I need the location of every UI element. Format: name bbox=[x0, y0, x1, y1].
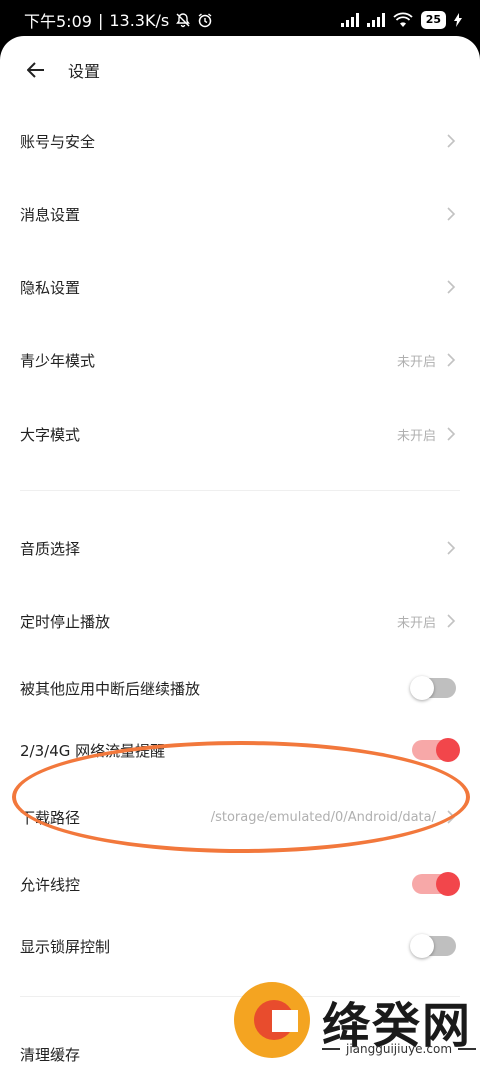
settings-item-wire-control: 允许线控 bbox=[0, 859, 480, 909]
item-label: 音质选择 bbox=[20, 539, 81, 558]
back-arrow-icon bbox=[27, 62, 44, 78]
status-time: 下午5:09 bbox=[24, 12, 92, 31]
header: 设置 bbox=[0, 36, 480, 104]
item-label: 允许线控 bbox=[20, 875, 81, 894]
item-value: 未开启 bbox=[396, 615, 436, 631]
logo-cut bbox=[272, 1010, 298, 1032]
status-right: 25 bbox=[340, 11, 462, 29]
chevron-right-icon bbox=[447, 353, 456, 367]
item-label: 大字模式 bbox=[20, 425, 81, 444]
item-label: 青少年模式 bbox=[20, 351, 96, 370]
settings-item-account-security[interactable]: 账号与安全 bbox=[0, 116, 480, 166]
settings-item-privacy[interactable]: 隐私设置 bbox=[0, 262, 480, 312]
status-bar: 下午5:09 | 13.3K/s 25 bbox=[0, 0, 480, 40]
settings-item-sleep-timer[interactable]: 定时停止播放 未开启 bbox=[0, 596, 480, 646]
line-right bbox=[458, 1048, 477, 1050]
status-separator: | bbox=[97, 10, 104, 30]
settings-item-data-alert: 2/3/4G 网络流量提醒 bbox=[0, 725, 480, 775]
charging-icon bbox=[454, 13, 462, 27]
toggle-knob bbox=[410, 676, 434, 700]
download-path-value: /storage/emulated/0/Android/data/ bbox=[210, 809, 436, 825]
settings-sheet: 设置 账号与安全 消息设置 隐私设置 青少年模式 未开启 大字模式 未开启 音质… bbox=[0, 36, 480, 1067]
item-label: 被其他应用中断后继续播放 bbox=[20, 679, 201, 698]
settings-item-teen-mode[interactable]: 青少年模式 未开启 bbox=[0, 335, 480, 385]
toggle-knob bbox=[410, 934, 434, 958]
line-left bbox=[322, 1048, 340, 1050]
item-label: 账号与安全 bbox=[20, 132, 96, 151]
watermark-domain-line: jiangguijiuye.com bbox=[322, 1042, 477, 1056]
item-label: 消息设置 bbox=[20, 205, 81, 224]
signal-1-icon bbox=[340, 13, 359, 27]
settings-item-resume-after-interrupt: 被其他应用中断后继续播放 bbox=[0, 663, 480, 713]
chevron-right-icon bbox=[447, 541, 456, 555]
item-value: 未开启 bbox=[396, 428, 436, 444]
watermark-domain: jiangguijiuye.com bbox=[346, 1042, 453, 1056]
settings-item-audio-quality[interactable]: 音质选择 bbox=[0, 523, 480, 573]
settings-item-lockscreen-control: 显示锁屏控制 bbox=[0, 921, 480, 971]
alarm-icon bbox=[198, 13, 212, 28]
chevron-right-icon bbox=[447, 614, 456, 628]
item-label: 显示锁屏控制 bbox=[20, 937, 111, 956]
item-value: 未开启 bbox=[396, 354, 436, 370]
item-label: 隐私设置 bbox=[20, 278, 81, 297]
item-label: 定时停止播放 bbox=[20, 612, 111, 631]
battery-icon: 25 bbox=[420, 11, 446, 29]
chevron-right-icon bbox=[447, 810, 456, 824]
back-button[interactable] bbox=[24, 58, 48, 82]
data-alert-toggle[interactable] bbox=[412, 738, 460, 762]
chevron-right-icon bbox=[447, 134, 456, 148]
chevron-right-icon bbox=[447, 280, 456, 294]
signal-2-icon bbox=[366, 13, 385, 27]
section-divider bbox=[20, 490, 460, 491]
watermark: 绛癸网 jiangguijiuye.com bbox=[230, 980, 480, 1067]
watermark-logo-icon bbox=[234, 982, 310, 1058]
settings-item-notifications[interactable]: 消息设置 bbox=[0, 189, 480, 239]
settings-item-download-path[interactable]: 下载路径 /storage/emulated/0/Android/data/ bbox=[0, 792, 480, 842]
mute-bell-icon bbox=[176, 13, 191, 28]
toggle-knob bbox=[436, 738, 460, 762]
toggle-knob bbox=[436, 872, 460, 896]
chevron-right-icon bbox=[447, 207, 456, 221]
chevron-right-icon bbox=[447, 427, 456, 441]
wifi-icon bbox=[393, 12, 413, 27]
battery-level: 25 bbox=[425, 13, 441, 26]
item-label: 下载路径 bbox=[20, 808, 81, 827]
resume-after-interrupt-toggle[interactable] bbox=[410, 676, 456, 700]
lockscreen-control-toggle[interactable] bbox=[410, 934, 456, 958]
wire-control-toggle[interactable] bbox=[412, 872, 460, 896]
status-speed: 13.3K/s bbox=[109, 10, 170, 30]
page-title: 设置 bbox=[68, 62, 101, 81]
item-label: 2/3/4G 网络流量提醒 bbox=[20, 741, 166, 760]
settings-item-large-font[interactable]: 大字模式 未开启 bbox=[0, 409, 480, 459]
status-left: 下午5:09 | 13.3K/s bbox=[24, 8, 213, 32]
